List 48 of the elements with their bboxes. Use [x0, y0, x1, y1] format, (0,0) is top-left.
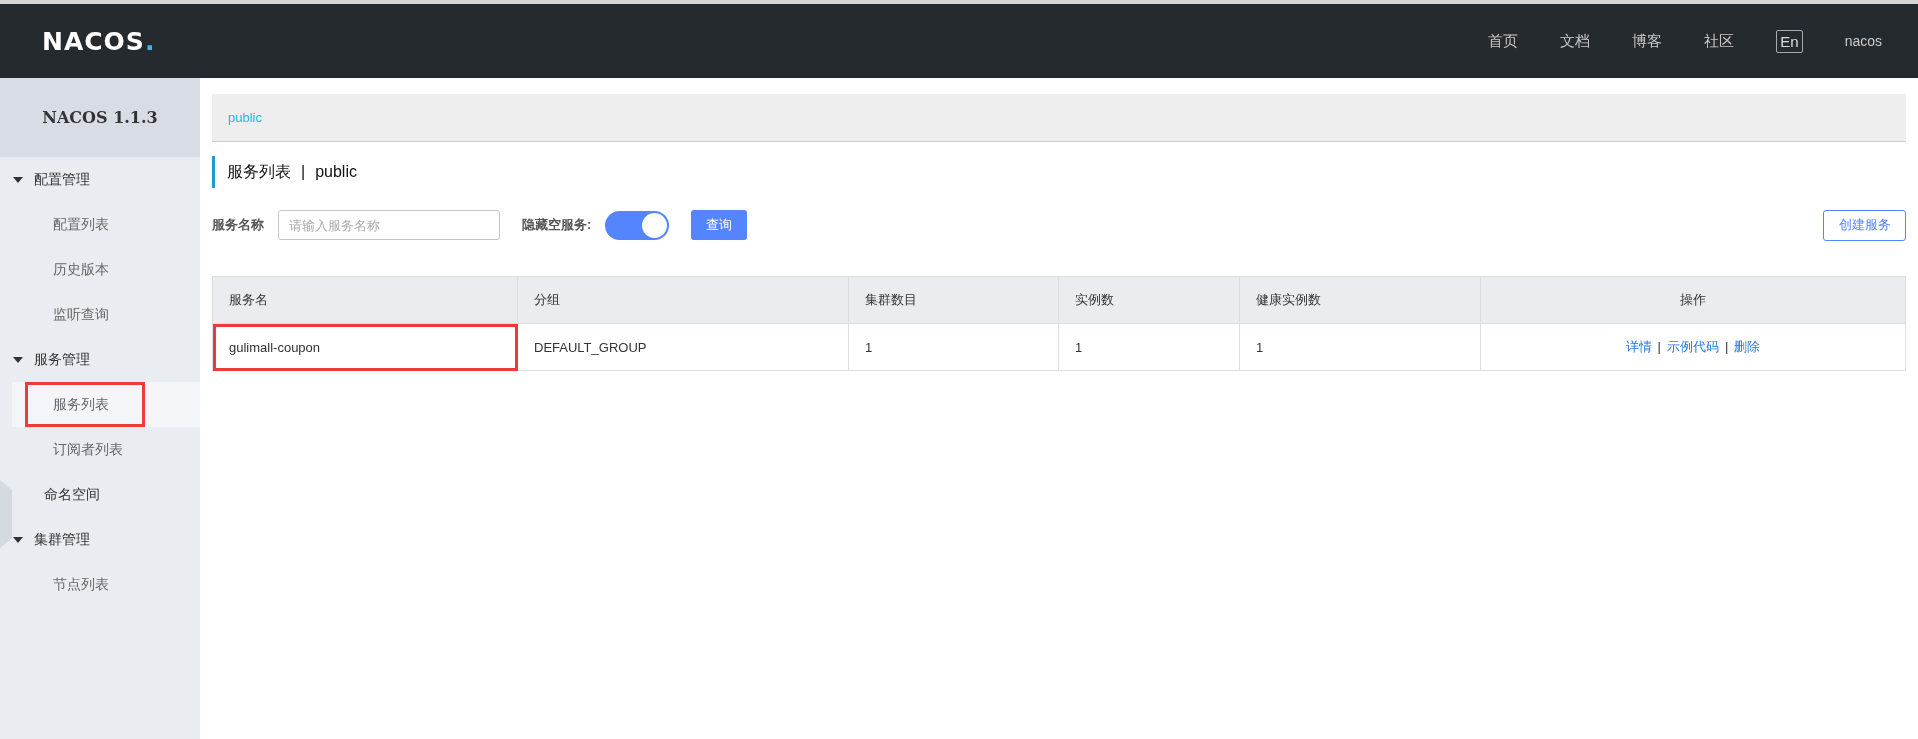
action-link[interactable]: 详情	[1625, 339, 1652, 354]
menu-item[interactable]: 订阅者列表	[12, 427, 200, 472]
namespace-name: public	[315, 163, 357, 181]
nav-link[interactable]: 社区	[1704, 31, 1735, 51]
table-cell: 1	[1058, 323, 1240, 371]
language-toggle[interactable]: En	[1776, 29, 1803, 53]
menu-item[interactable]: 节点列表	[12, 562, 200, 607]
action-link[interactable]: 示例代码	[1667, 339, 1719, 354]
column-header: 服务名	[212, 276, 518, 324]
switch-label: 隐藏空服务:	[522, 216, 592, 234]
column-header: 分组	[517, 276, 849, 324]
menu-group[interactable]: 命名空间	[12, 472, 200, 517]
column-header: 操作	[1480, 276, 1906, 324]
menu-item[interactable]: 服务列表	[25, 382, 145, 427]
nav-link[interactable]: 文档	[1560, 31, 1591, 51]
column-header: 实例数	[1058, 276, 1240, 324]
action-link[interactable]: 删除	[1734, 339, 1761, 354]
collapse-handle[interactable]	[0, 480, 12, 548]
menu-item[interactable]: 监听查询	[12, 292, 200, 337]
field-label: 服务名称	[212, 216, 264, 234]
service-name-field[interactable]: 请输入服务名称	[278, 210, 500, 240]
table-cell: DEFAULT_GROUP	[517, 323, 849, 371]
create-service-button[interactable]: 创建服务	[1823, 209, 1906, 241]
user-name[interactable]: nacos	[1844, 33, 1882, 49]
query-button[interactable]: 查询	[691, 210, 748, 240]
toggle-switch[interactable]	[605, 210, 670, 240]
link-separator: |	[1657, 339, 1661, 354]
link-separator: |	[1725, 339, 1729, 354]
nacos-logo[interactable]: NACOS.	[42, 26, 156, 56]
column-header: 集群数目	[848, 276, 1059, 324]
menu-group[interactable]: 配置管理	[12, 157, 200, 202]
menu-group-label: 配置管理	[34, 170, 90, 189]
menu-group[interactable]: 集群管理	[12, 517, 200, 562]
table-cell: 1	[1239, 323, 1481, 371]
page-title: 服务列表	[227, 161, 291, 182]
menu-group-label: 集群管理	[34, 530, 90, 549]
title-separator: |	[301, 163, 306, 181]
nav-link[interactable]: 首页	[1488, 31, 1519, 51]
nav-link[interactable]: 博客	[1632, 31, 1663, 51]
version-title: NACOS 1.1.3	[0, 78, 200, 157]
menu-item[interactable]: 配置列表	[12, 202, 200, 247]
column-header: 健康实例数	[1239, 276, 1481, 324]
table-cell: 1	[848, 323, 1059, 371]
table-cell: gulimall-coupon	[212, 323, 518, 371]
menu-group[interactable]: 服务管理	[12, 337, 200, 382]
menu-item[interactable]: 历史版本	[12, 247, 200, 292]
menu-group-label: 命名空间	[44, 485, 100, 504]
menu-group-label: 服务管理	[34, 350, 90, 369]
